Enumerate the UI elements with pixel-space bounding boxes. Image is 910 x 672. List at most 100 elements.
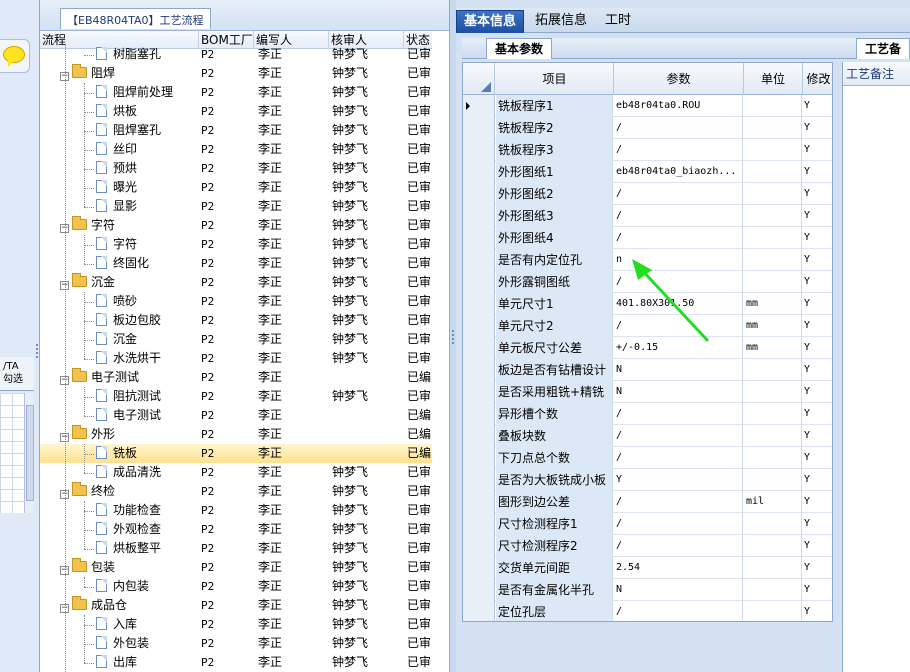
- param-value-cell[interactable]: eb48r04ta0_biaozh...: [614, 161, 743, 183]
- param-unit-cell[interactable]: mil: [744, 491, 802, 513]
- row-header[interactable]: [463, 403, 495, 425]
- tab-process-notes[interactable]: 工艺备: [856, 38, 910, 59]
- tree-node[interactable]: 丝印: [96, 140, 137, 159]
- tree-leaf-row[interactable]: 烘板 P2 李正 钟梦飞 已审: [40, 102, 432, 121]
- row-header[interactable]: [463, 117, 495, 139]
- tree-node[interactable]: − 成品仓: [60, 596, 127, 615]
- param-unit-cell[interactable]: [744, 271, 802, 293]
- tree-leaf-row[interactable]: 水洗烘干 P2 李正 钟梦飞 已审: [40, 349, 432, 368]
- tree-node[interactable]: 板边包胶: [96, 311, 161, 330]
- tree-node[interactable]: 功能检查: [96, 501, 161, 520]
- param-unit-cell[interactable]: [744, 513, 802, 535]
- row-header[interactable]: [463, 161, 495, 183]
- chat-panel-button[interactable]: [0, 39, 30, 73]
- tree-node[interactable]: 出库: [96, 653, 137, 672]
- row-header[interactable]: [463, 557, 495, 579]
- param-unit-cell[interactable]: [744, 447, 802, 469]
- tree-group-row[interactable]: − 沉金 P2 李正 钟梦飞 已审: [40, 273, 432, 292]
- param-unit-cell[interactable]: [744, 535, 802, 557]
- tree-leaf-row[interactable]: 功能检查 P2 李正 钟梦飞 已审: [40, 501, 432, 520]
- param-modify-cell[interactable]: Y: [803, 425, 832, 447]
- splitter-grip-left[interactable]: [36, 344, 40, 358]
- param-unit-cell[interactable]: [744, 469, 802, 491]
- param-unit-cell[interactable]: [744, 95, 802, 117]
- params-row[interactable]: 外形图纸3/ Y: [463, 205, 832, 227]
- row-header[interactable]: [463, 359, 495, 381]
- param-unit-cell[interactable]: [744, 403, 802, 425]
- params-row[interactable]: 外形图纸4/ Y: [463, 227, 832, 249]
- param-modify-cell[interactable]: Y: [803, 293, 832, 315]
- param-unit-cell[interactable]: [744, 249, 802, 271]
- param-value-cell[interactable]: /: [614, 139, 743, 161]
- tab-basic-info[interactable]: 基本信息: [456, 10, 525, 33]
- param-value-cell[interactable]: /: [614, 513, 743, 535]
- row-header[interactable]: [463, 337, 495, 359]
- param-value-cell[interactable]: /: [614, 315, 743, 337]
- param-modify-cell[interactable]: Y: [803, 315, 832, 337]
- tree-node[interactable]: − 终检: [60, 482, 115, 501]
- tree-leaf-row[interactable]: 外观检查 P2 李正 钟梦飞 已审: [40, 520, 432, 539]
- tree-leaf-row[interactable]: 内包装 P2 李正 钟梦飞 已审: [40, 577, 432, 596]
- tree-leaf-row[interactable]: 字符 P2 李正 钟梦飞 已审: [40, 235, 432, 254]
- tree-node[interactable]: 电子测试: [96, 406, 161, 425]
- row-header[interactable]: [463, 579, 495, 601]
- param-modify-cell[interactable]: Y: [803, 183, 832, 205]
- param-value-cell[interactable]: /: [614, 403, 743, 425]
- tree-node[interactable]: 喷砂: [96, 292, 137, 311]
- param-unit-cell[interactable]: [744, 579, 802, 601]
- params-row[interactable]: 外形露铜图纸 / Y: [463, 271, 832, 293]
- params-row[interactable]: 单元尺寸2/mm Y: [463, 315, 832, 337]
- tree-node[interactable]: 烘板整平: [96, 539, 161, 558]
- param-modify-cell[interactable]: Y: [803, 557, 832, 579]
- tree-title-tab[interactable]: 【EB48R04TA0】工艺流程: [60, 8, 211, 29]
- param-value-cell[interactable]: /: [614, 117, 743, 139]
- tree-node[interactable]: 外观检查: [96, 520, 161, 539]
- param-value-cell[interactable]: N: [614, 359, 743, 381]
- row-header[interactable]: [463, 139, 495, 161]
- tree-leaf-row[interactable]: 阻焊前处理 P2 李正 钟梦飞 已审: [40, 83, 432, 102]
- param-modify-cell[interactable]: Y: [803, 205, 832, 227]
- tree-node[interactable]: 外包装: [96, 634, 149, 653]
- row-header[interactable]: [463, 183, 495, 205]
- row-header[interactable]: [463, 469, 495, 491]
- tree-node[interactable]: − 外形: [60, 425, 115, 444]
- tree-leaf-row[interactable]: 沉金 P2 李正 钟梦飞 已审: [40, 330, 432, 349]
- tree-node[interactable]: 预烘: [96, 159, 137, 178]
- param-modify-cell[interactable]: Y: [803, 227, 832, 249]
- params-row[interactable]: 铣板程序3/ Y: [463, 139, 832, 161]
- param-modify-cell[interactable]: Y: [803, 139, 832, 161]
- tree-group-row[interactable]: − 阻焊 P2 李正 钟梦飞 已审: [40, 64, 432, 83]
- tab-extended-info[interactable]: 拓展信息: [528, 10, 594, 33]
- tree-leaf-row[interactable]: 预烘 P2 李正 钟梦飞 已审: [40, 159, 432, 178]
- param-value-cell[interactable]: /: [614, 491, 743, 513]
- row-header[interactable]: [463, 249, 495, 271]
- tree-node[interactable]: − 沉金: [60, 273, 115, 292]
- tree-node[interactable]: 阻焊前处理: [96, 83, 173, 102]
- tree-leaf-row[interactable]: 阻焊塞孔 P2 李正 钟梦飞 已审: [40, 121, 432, 140]
- tree-group-row[interactable]: − 字符 P2 李正 钟梦飞 已审: [40, 216, 432, 235]
- tree-leaf-row[interactable]: 树脂塞孔 P2 李正 钟梦飞 已审: [40, 45, 432, 64]
- param-value-cell[interactable]: /: [614, 227, 743, 249]
- param-unit-cell[interactable]: [744, 117, 802, 139]
- tree-leaf-row[interactable]: 铣板 P2 李正 已编: [40, 444, 432, 463]
- param-value-cell[interactable]: +/-0.15: [614, 337, 743, 359]
- col-header-param[interactable]: 参数: [614, 63, 744, 95]
- tree-leaf-row[interactable]: 电子测试 P2 李正 已编: [40, 406, 432, 425]
- param-unit-cell[interactable]: [744, 205, 802, 227]
- params-row[interactable]: 交货单元间距 2.54 Y: [463, 557, 832, 579]
- row-header[interactable]: [463, 205, 495, 227]
- param-modify-cell[interactable]: Y: [803, 491, 832, 513]
- tree-leaf-row[interactable]: 显影 P2 李正 钟梦飞 已审: [40, 197, 432, 216]
- param-modify-cell[interactable]: Y: [803, 579, 832, 601]
- param-unit-cell[interactable]: mm: [744, 337, 802, 359]
- tree-leaf-row[interactable]: 板边包胶 P2 李正 钟梦飞 已审: [40, 311, 432, 330]
- param-unit-cell[interactable]: mm: [744, 293, 802, 315]
- tree-node[interactable]: − 包装: [60, 558, 115, 577]
- tree-leaf-row[interactable]: 喷砂 P2 李正 钟梦飞 已审: [40, 292, 432, 311]
- params-row[interactable]: 单元尺寸1 401.80X301.50 mm Y: [463, 293, 832, 315]
- tree-node[interactable]: 树脂塞孔: [96, 45, 161, 64]
- tree-group-row[interactable]: − 包装 P2 李正 钟梦飞 已审: [40, 558, 432, 577]
- params-row[interactable]: 是否为大板铣成小板 Y Y: [463, 469, 832, 491]
- param-unit-cell[interactable]: [744, 381, 802, 403]
- param-modify-cell[interactable]: Y: [803, 359, 832, 381]
